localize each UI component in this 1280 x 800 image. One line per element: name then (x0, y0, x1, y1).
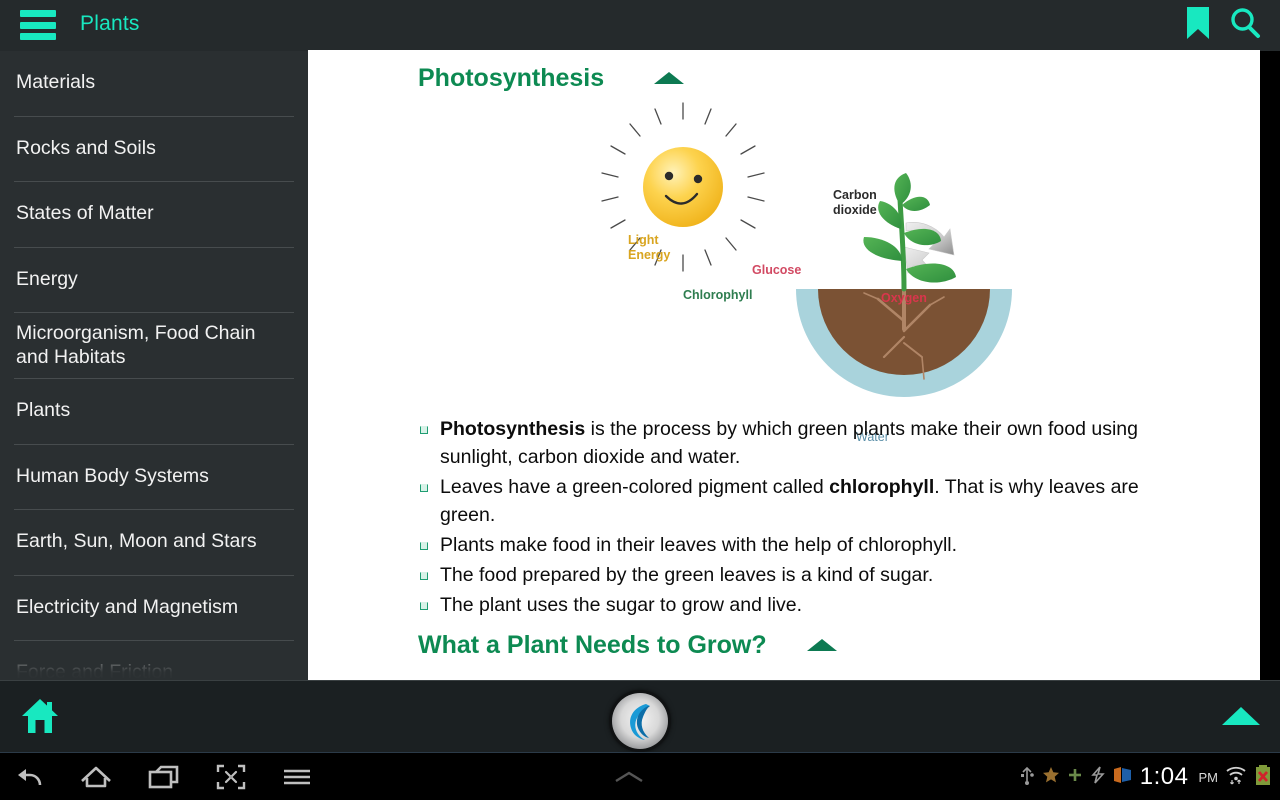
menu-lines-icon[interactable] (282, 766, 312, 788)
caret-up-icon[interactable] (652, 64, 686, 93)
bullet-square-icon (420, 484, 428, 492)
sidebar-item-materials[interactable]: Materials (0, 51, 308, 116)
list-item: The plant uses the sugar to grow and liv… (418, 591, 1148, 619)
top-bar-actions (1184, 6, 1262, 40)
flash-icon (1090, 765, 1106, 789)
diagram-label-chlorophyll: Chlorophyll (683, 288, 753, 302)
list-item: Leaves have a green-colored pigment call… (418, 473, 1148, 529)
sidebar-item-label: Electricity and Magnetism (16, 595, 239, 618)
section-heading-what-a-plant-needs-to-grow[interactable]: What a Plant Needs to Grow? (308, 631, 1260, 660)
sidebar-item-human-body-systems[interactable]: Human Body Systems (0, 445, 308, 510)
search-icon[interactable] (1228, 6, 1262, 40)
bookmark-icon[interactable] (1184, 6, 1212, 40)
star-icon (1042, 766, 1060, 789)
sidebar-item-label: Plants (16, 399, 71, 422)
navbar-expand-handle[interactable] (612, 753, 646, 800)
sidebar-item-force-and-friction[interactable]: Force and Friction (0, 641, 308, 680)
sidebar-item-label: Earth, Sun, Moon and Stars (16, 530, 257, 553)
sidebar-item-electricity-and-magnetism[interactable]: Electricity and Magnetism (0, 576, 308, 641)
scroll-to-top-icon[interactable] (1220, 705, 1262, 732)
bullet-square-icon (420, 602, 428, 610)
list-item: Photosynthesis is the process by which g… (418, 415, 1148, 471)
bullet-text-pre: Leaves have a green-colored pigment call… (440, 476, 830, 498)
sidebar-item-label: Rocks and Soils (16, 136, 156, 159)
section-heading-photosynthesis[interactable]: Photosynthesis (308, 50, 1260, 93)
hamburger-menu-icon[interactable] (20, 10, 56, 40)
wifi-icon (1225, 765, 1247, 790)
photosynthesis-illustration (601, 102, 1012, 397)
diagram-label-glucose: Glucose (752, 263, 802, 277)
bullet-bold-mid: chlorophyll (829, 476, 935, 498)
status-meridiem: PM (1198, 769, 1219, 785)
plus-icon (1067, 767, 1083, 788)
page-title: Plants (80, 12, 140, 35)
bullet-bold-lead: Photosynthesis (440, 418, 586, 440)
sidebar-item-label: States of Matter (16, 202, 154, 225)
list-item: Plants make food in their leaves with th… (418, 531, 1148, 559)
app-root: Plants Materials Rocks and Soils States … (0, 0, 1280, 800)
battery-error-icon (1254, 764, 1272, 791)
section-heading-label: What a Plant Needs to Grow? (418, 631, 767, 659)
diagram-label-light-energy: Light Energy (628, 233, 671, 263)
bullet-square-icon (420, 572, 428, 580)
nav-buttons (14, 753, 312, 800)
photosynthesis-diagram: Light Energy Glucose Carbon dioxide Chlo… (308, 93, 1260, 444)
back-arrow-icon[interactable] (14, 764, 44, 790)
sidebar-item-states-of-matter[interactable]: States of Matter (0, 182, 308, 247)
browser-orb-icon[interactable] (612, 693, 668, 749)
sidebar-item-energy[interactable]: Energy (0, 248, 308, 313)
bullet-text: The food prepared by the green leaves is… (440, 564, 934, 586)
bullet-text: The plant uses the sugar to grow and liv… (440, 594, 803, 616)
sidebar-item-plants[interactable]: Plants (0, 379, 308, 444)
sidebar-item-earth-sun-moon-and-stars[interactable]: Earth, Sun, Moon and Stars (0, 510, 308, 575)
bullet-list: Photosynthesis is the process by which g… (308, 403, 1260, 619)
sidebar-item-label: Materials (16, 71, 96, 94)
list-item: The food prepared by the green leaves is… (418, 561, 1148, 589)
screenshot-capture-icon[interactable] (216, 764, 246, 790)
caret-up-icon[interactable] (805, 631, 839, 660)
sidebar-item-microorganism-food-chain-and-habitats[interactable]: Microorganism, Food Chain and Habitats (0, 313, 308, 378)
bullet-square-icon (420, 542, 428, 550)
chevron-up-icon[interactable] (612, 769, 646, 785)
sidebar-item-label: Microorganism, Food Chain and Habitats (16, 321, 256, 368)
diagram-label-carbon-dioxide: Carbon dioxide (833, 188, 877, 218)
diagram-label-oxygen: Oxygen (881, 291, 927, 305)
sidebar-item-label: Energy (16, 267, 78, 290)
screen-cast-icon (1113, 766, 1133, 789)
usb-icon (1019, 765, 1035, 790)
android-nav-bar: 1:04 PM (0, 752, 1280, 800)
sidebar-nav[interactable]: Materials Rocks and Soils States of Matt… (0, 51, 308, 680)
content-panel: Photosynthesis Light Energy Glucose Carb… (308, 50, 1260, 680)
home-icon[interactable] (20, 697, 60, 740)
home-outline-icon[interactable] (80, 764, 112, 790)
app-top-bar: Plants (0, 0, 1280, 51)
section-heading-label: Photosynthesis (418, 64, 605, 92)
status-clock: 1:04 (1139, 763, 1189, 790)
bullet-text: Plants make food in their leaves with th… (440, 534, 958, 556)
bullet-square-icon (420, 426, 428, 434)
recent-apps-icon[interactable] (148, 764, 180, 790)
sidebar-item-rocks-and-soils[interactable]: Rocks and Soils (0, 117, 308, 182)
sidebar-item-label: Human Body Systems (16, 464, 209, 487)
status-tray[interactable]: 1:04 PM (1019, 753, 1272, 800)
sidebar-item-label: Force and Friction (16, 661, 174, 680)
